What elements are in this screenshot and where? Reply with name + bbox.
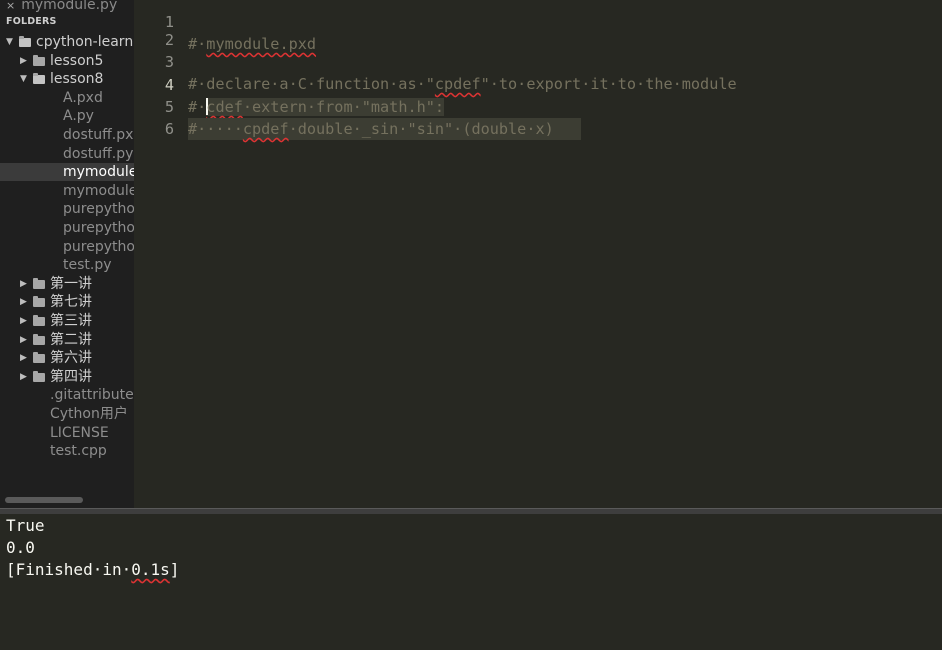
- tree-file[interactable]: purepytho: [0, 219, 134, 237]
- code-line: 3 #·declare·a·C·function·as·"cpdef"·to·e…: [134, 29, 942, 93]
- tree-folder[interactable]: ▶ 第四讲: [0, 368, 134, 386]
- sidebar-scrollbar[interactable]: [5, 497, 83, 503]
- folder-open-icon: [33, 73, 45, 85]
- tree-file[interactable]: test.py: [0, 256, 134, 274]
- open-file-tab[interactable]: × mymodule.py: [6, 0, 117, 15]
- tree-folder[interactable]: ▶ 第一讲: [0, 275, 134, 293]
- tree-file[interactable]: dostuff.px: [0, 126, 134, 144]
- disclosure-collapsed-icon[interactable]: ▶: [20, 331, 27, 349]
- code-line: 2: [134, 7, 942, 49]
- tree-item-label: A.pxd: [63, 89, 103, 106]
- tree-item-label: mymodule: [63, 182, 134, 199]
- tree-item-label: Cython用户: [50, 406, 128, 422]
- tree-folder[interactable]: ▼ lesson8: [0, 70, 134, 88]
- build-output-panel: True 0.0 [Finished·in·0.1s]: [0, 514, 942, 650]
- tree-item-label: test.cpp: [50, 443, 107, 460]
- line-number: 6: [164, 120, 174, 138]
- selected-text: #·····cpdef·double·_sin·"sin"·(double·x): [188, 118, 582, 140]
- code-line: 4 #·cdef·extern·from·"math.h":: [134, 52, 942, 116]
- disclosure-collapsed-icon[interactable]: ▶: [20, 312, 27, 330]
- tree-item-label: A.py: [63, 108, 94, 125]
- disclosure-collapsed-icon[interactable]: ▶: [20, 368, 27, 386]
- output-token: ]: [169, 560, 180, 579]
- tree-folder[interactable]: ▶ 第六讲: [0, 349, 134, 367]
- folder-icon: [33, 315, 45, 326]
- code-token: ·double·_sin·"sin"·(double·x): [288, 120, 554, 138]
- tree-item-label: purepytho: [63, 201, 134, 218]
- output-line: 0.0: [6, 538, 35, 557]
- disclosure-collapsed-icon[interactable]: ▶: [20, 275, 27, 293]
- tree-folder[interactable]: ▶ 第三讲: [0, 312, 134, 330]
- folder-icon: [33, 296, 45, 308]
- tree-item-label: purepytho: [63, 238, 134, 255]
- output-token: [Finished·in·: [6, 560, 132, 579]
- folder-icon: [33, 277, 45, 289]
- folder-icon: [33, 54, 45, 66]
- tree-file[interactable]: purepytho: [0, 200, 134, 218]
- tree-file[interactable]: LICENSE: [0, 424, 134, 442]
- sidebar: × mymodule.py FOLDERS ▼ cpython-learn ▶ less…: [0, 0, 134, 508]
- disclosure-collapsed-icon[interactable]: ▶: [20, 293, 27, 311]
- output-token-misspelled: 0.1s: [131, 560, 170, 579]
- open-file-name: mymodule.py: [21, 0, 118, 13]
- tree-item-label: 第七讲: [50, 294, 92, 311]
- tree-item-label: cpython-learn: [36, 34, 134, 50]
- tree-item-label: test.py: [63, 257, 112, 274]
- tree-file[interactable]: .gitattribute: [0, 386, 134, 404]
- tree-item-label: purepytho: [63, 220, 134, 236]
- tree-folder[interactable]: ▶ 第七讲: [0, 293, 134, 311]
- tree-file[interactable]: mymodule: [0, 163, 134, 182]
- code-line: 5 #·····cpdef·double·_sin·"sin"·(double·…: [134, 74, 942, 140]
- tree-item-label: 第六讲: [50, 350, 92, 367]
- tree-folder[interactable]: ▼ cpython-learn: [0, 33, 134, 51]
- tree-item-label: lesson8: [50, 71, 104, 88]
- tree-item-label: LICENSE: [50, 424, 109, 441]
- tree-file[interactable]: purepytho: [0, 238, 134, 256]
- tree-item-label: mymodule: [63, 164, 134, 181]
- tree-file[interactable]: dostuff.py: [0, 145, 134, 163]
- tree-folder[interactable]: ▶ 第二讲: [0, 331, 134, 349]
- tree-item-label: dostuff.px: [63, 127, 134, 143]
- tree-item-label: 第二讲: [50, 331, 92, 348]
- tree-file[interactable]: test.cpp: [0, 442, 134, 460]
- disclosure-collapsed-icon[interactable]: ▶: [20, 349, 27, 367]
- tree-file[interactable]: Cython用户: [0, 405, 134, 423]
- folders-header: FOLDERS: [6, 16, 57, 27]
- disclosure-expanded-icon[interactable]: ▼: [6, 33, 13, 51]
- output-line: True: [6, 516, 45, 535]
- tree-item-label: 第三讲: [50, 313, 92, 329]
- tree-file[interactable]: mymodule: [0, 182, 134, 200]
- code-token-misspelled: cpdef: [242, 120, 289, 138]
- tree-file[interactable]: A.pxd: [0, 89, 134, 107]
- folder-icon: [33, 370, 45, 382]
- code-line: 6: [134, 96, 942, 138]
- tree-item-label: 第四讲: [50, 368, 92, 385]
- disclosure-expanded-icon[interactable]: ▼: [20, 70, 27, 88]
- tree-file[interactable]: A.py: [0, 107, 134, 125]
- folder-icon: [33, 333, 45, 345]
- code-token: #·····: [188, 120, 243, 138]
- disclosure-collapsed-icon[interactable]: ▶: [20, 52, 27, 70]
- folder-icon: [33, 352, 45, 364]
- code-editor[interactable]: 1 #·mymodule.pxd 2 3 #·declare·a·C·funct…: [134, 0, 942, 508]
- close-icon[interactable]: ×: [6, 0, 15, 12]
- output-line-finished: [Finished·in·0.1s]: [6, 559, 179, 581]
- tree-item-label: lesson5: [50, 52, 104, 69]
- tree-item-label: dostuff.py: [63, 145, 134, 162]
- tree-folder[interactable]: ▶ lesson5: [0, 52, 134, 70]
- tree-item-label: .gitattribute: [50, 387, 134, 404]
- tree-item-label: 第一讲: [50, 275, 92, 292]
- folder-open-icon: [19, 36, 31, 47]
